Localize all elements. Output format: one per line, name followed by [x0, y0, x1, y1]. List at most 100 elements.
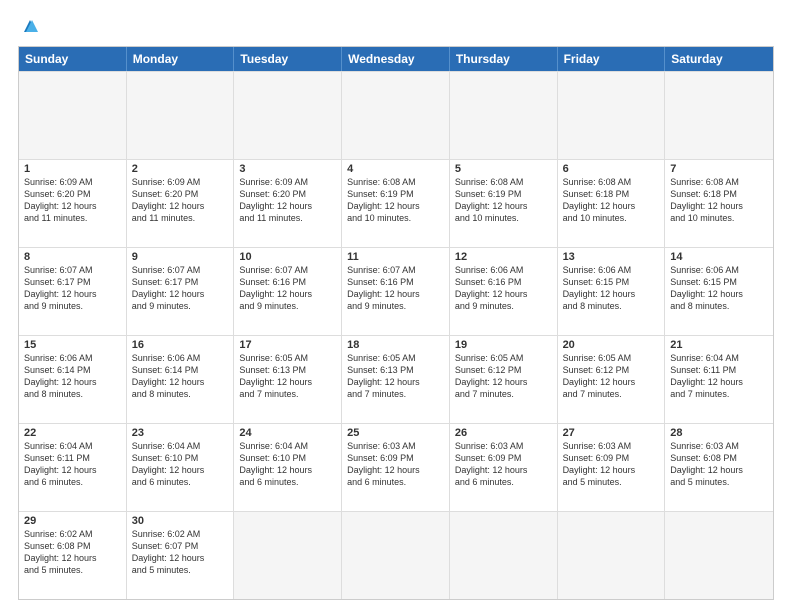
- cell-line: Sunset: 6:18 PM: [670, 188, 768, 200]
- cell-line: Sunrise: 6:05 AM: [563, 352, 660, 364]
- cell-line: Daylight: 12 hours: [670, 200, 768, 212]
- cell-line: Sunset: 6:14 PM: [132, 364, 229, 376]
- cell-line: Daylight: 12 hours: [132, 464, 229, 476]
- cell-line: Sunset: 6:20 PM: [24, 188, 121, 200]
- cell-line: Sunrise: 6:04 AM: [670, 352, 768, 364]
- cal-cell: 8Sunrise: 6:07 AMSunset: 6:17 PMDaylight…: [19, 248, 127, 335]
- cell-line: Daylight: 12 hours: [563, 288, 660, 300]
- cal-cell: 2Sunrise: 6:09 AMSunset: 6:20 PMDaylight…: [127, 160, 235, 247]
- cell-line: and 7 minutes.: [239, 388, 336, 400]
- cal-cell: 27Sunrise: 6:03 AMSunset: 6:09 PMDayligh…: [558, 424, 666, 511]
- cell-line: Sunrise: 6:06 AM: [455, 264, 552, 276]
- cell-line: and 9 minutes.: [239, 300, 336, 312]
- cell-line: Sunset: 6:10 PM: [132, 452, 229, 464]
- cell-line: Sunset: 6:11 PM: [24, 452, 121, 464]
- cal-cell: 29Sunrise: 6:02 AMSunset: 6:08 PMDayligh…: [19, 512, 127, 599]
- cell-line: Sunset: 6:14 PM: [24, 364, 121, 376]
- cal-cell: 19Sunrise: 6:05 AMSunset: 6:12 PMDayligh…: [450, 336, 558, 423]
- cal-row-1: 1Sunrise: 6:09 AMSunset: 6:20 PMDaylight…: [19, 159, 773, 247]
- day-number: 6: [563, 163, 660, 175]
- cell-line: Sunrise: 6:03 AM: [347, 440, 444, 452]
- cal-header-friday: Friday: [558, 47, 666, 71]
- cal-header-saturday: Saturday: [665, 47, 773, 71]
- cell-line: Sunrise: 6:04 AM: [132, 440, 229, 452]
- cal-header-monday: Monday: [127, 47, 235, 71]
- cell-line: Sunset: 6:08 PM: [24, 540, 121, 552]
- day-number: 4: [347, 163, 444, 175]
- day-number: 28: [670, 427, 768, 439]
- day-number: 15: [24, 339, 121, 351]
- day-number: 2: [132, 163, 229, 175]
- cell-line: Daylight: 12 hours: [347, 200, 444, 212]
- cell-line: Sunset: 6:15 PM: [563, 276, 660, 288]
- cell-line: Daylight: 12 hours: [132, 288, 229, 300]
- day-number: 27: [563, 427, 660, 439]
- cell-line: Daylight: 12 hours: [132, 376, 229, 388]
- cell-line: Daylight: 12 hours: [455, 376, 552, 388]
- day-number: 14: [670, 251, 768, 263]
- day-number: 11: [347, 251, 444, 263]
- cal-cell: [558, 512, 666, 599]
- cell-line: and 11 minutes.: [24, 212, 121, 224]
- cell-line: Sunrise: 6:03 AM: [563, 440, 660, 452]
- day-number: 30: [132, 515, 229, 527]
- cal-cell: 6Sunrise: 6:08 AMSunset: 6:18 PMDaylight…: [558, 160, 666, 247]
- cell-line: and 7 minutes.: [347, 388, 444, 400]
- cal-cell: 15Sunrise: 6:06 AMSunset: 6:14 PMDayligh…: [19, 336, 127, 423]
- cal-row-2: 8Sunrise: 6:07 AMSunset: 6:17 PMDaylight…: [19, 247, 773, 335]
- header: [18, 18, 774, 36]
- cell-line: Daylight: 12 hours: [455, 288, 552, 300]
- cell-line: Daylight: 12 hours: [239, 288, 336, 300]
- cal-cell: [19, 72, 127, 159]
- cell-line: Daylight: 12 hours: [563, 464, 660, 476]
- cell-line: and 7 minutes.: [455, 388, 552, 400]
- cal-cell: 21Sunrise: 6:04 AMSunset: 6:11 PMDayligh…: [665, 336, 773, 423]
- calendar-body: 1Sunrise: 6:09 AMSunset: 6:20 PMDaylight…: [19, 71, 773, 599]
- cell-line: Daylight: 12 hours: [132, 552, 229, 564]
- cal-cell: 25Sunrise: 6:03 AMSunset: 6:09 PMDayligh…: [342, 424, 450, 511]
- cell-line: Sunrise: 6:07 AM: [24, 264, 121, 276]
- cal-cell: [450, 512, 558, 599]
- cell-line: and 11 minutes.: [239, 212, 336, 224]
- day-number: 1: [24, 163, 121, 175]
- cell-line: and 8 minutes.: [24, 388, 121, 400]
- cell-line: Sunrise: 6:07 AM: [347, 264, 444, 276]
- cell-line: Sunrise: 6:08 AM: [670, 176, 768, 188]
- cell-line: Sunrise: 6:04 AM: [24, 440, 121, 452]
- cal-cell: [665, 512, 773, 599]
- cell-line: Daylight: 12 hours: [24, 552, 121, 564]
- cal-cell: 14Sunrise: 6:06 AMSunset: 6:15 PMDayligh…: [665, 248, 773, 335]
- cell-line: Sunrise: 6:07 AM: [132, 264, 229, 276]
- cell-line: Sunset: 6:18 PM: [563, 188, 660, 200]
- day-number: 24: [239, 427, 336, 439]
- day-number: 12: [455, 251, 552, 263]
- day-number: 23: [132, 427, 229, 439]
- cell-line: Sunrise: 6:04 AM: [239, 440, 336, 452]
- cell-line: and 5 minutes.: [563, 476, 660, 488]
- calendar-header: SundayMondayTuesdayWednesdayThursdayFrid…: [19, 47, 773, 71]
- cell-line: and 6 minutes.: [132, 476, 229, 488]
- cell-line: Sunrise: 6:05 AM: [347, 352, 444, 364]
- cell-line: and 9 minutes.: [455, 300, 552, 312]
- cell-line: Sunset: 6:09 PM: [563, 452, 660, 464]
- cal-cell: 9Sunrise: 6:07 AMSunset: 6:17 PMDaylight…: [127, 248, 235, 335]
- cell-line: and 6 minutes.: [455, 476, 552, 488]
- cell-line: Sunrise: 6:06 AM: [132, 352, 229, 364]
- logo-icon: [20, 18, 40, 36]
- day-number: 9: [132, 251, 229, 263]
- cal-cell: 13Sunrise: 6:06 AMSunset: 6:15 PMDayligh…: [558, 248, 666, 335]
- cell-line: and 8 minutes.: [563, 300, 660, 312]
- cal-row-5: 29Sunrise: 6:02 AMSunset: 6:08 PMDayligh…: [19, 511, 773, 599]
- day-number: 21: [670, 339, 768, 351]
- page: SundayMondayTuesdayWednesdayThursdayFrid…: [0, 0, 792, 612]
- cell-line: Sunrise: 6:06 AM: [670, 264, 768, 276]
- cell-line: and 7 minutes.: [563, 388, 660, 400]
- cell-line: Sunrise: 6:09 AM: [132, 176, 229, 188]
- cell-line: Daylight: 12 hours: [563, 376, 660, 388]
- day-number: 10: [239, 251, 336, 263]
- cell-line: Sunset: 6:20 PM: [132, 188, 229, 200]
- cell-line: Sunrise: 6:06 AM: [563, 264, 660, 276]
- cell-line: and 8 minutes.: [670, 300, 768, 312]
- cell-line: Sunset: 6:16 PM: [455, 276, 552, 288]
- cell-line: Daylight: 12 hours: [132, 200, 229, 212]
